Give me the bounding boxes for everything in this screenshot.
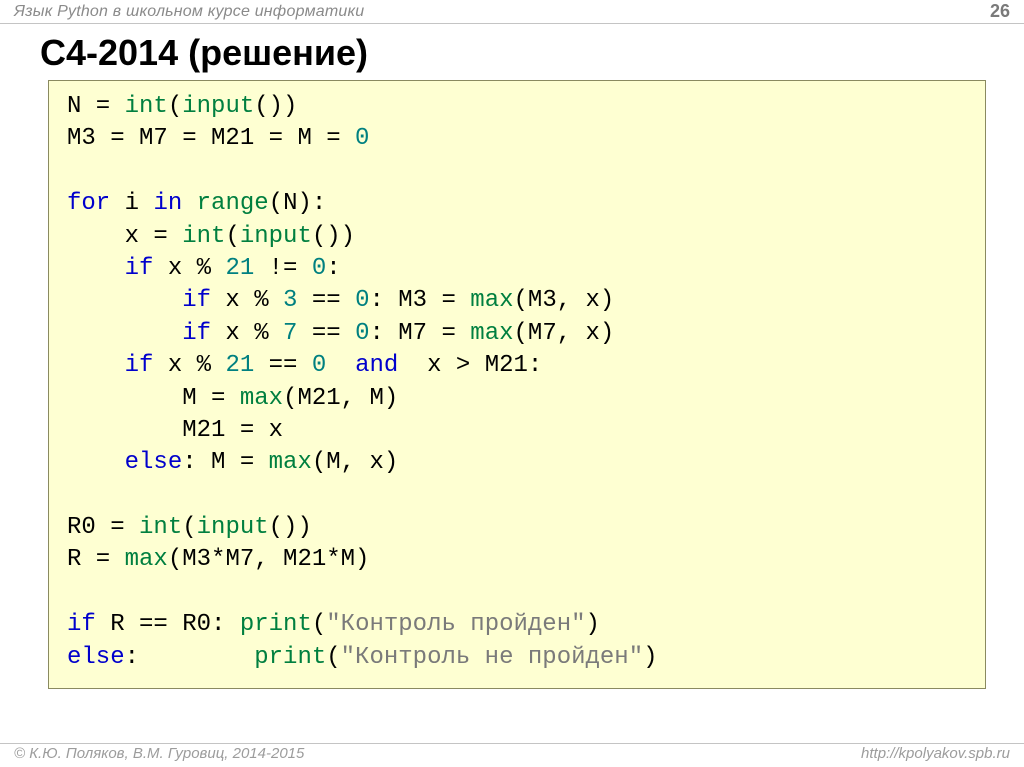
- page-number: 26: [990, 1, 1010, 22]
- footer-url: http://kpolyakov.spb.ru: [861, 745, 1010, 762]
- slide-header: Язык Python в школьном курсе информатики…: [0, 0, 1024, 24]
- slide-title: С4-2014 (решение): [0, 24, 1024, 80]
- slide-footer: © К.Ю. Поляков, В.М. Гуровиц, 2014-2015 …: [0, 743, 1024, 767]
- course-title: Язык Python в школьном курсе информатики: [14, 3, 364, 21]
- copyright: © К.Ю. Поляков, В.М. Гуровиц, 2014-2015: [14, 745, 304, 762]
- code-block: N = int(input()) M3 = M7 = M21 = M = 0 f…: [48, 80, 986, 689]
